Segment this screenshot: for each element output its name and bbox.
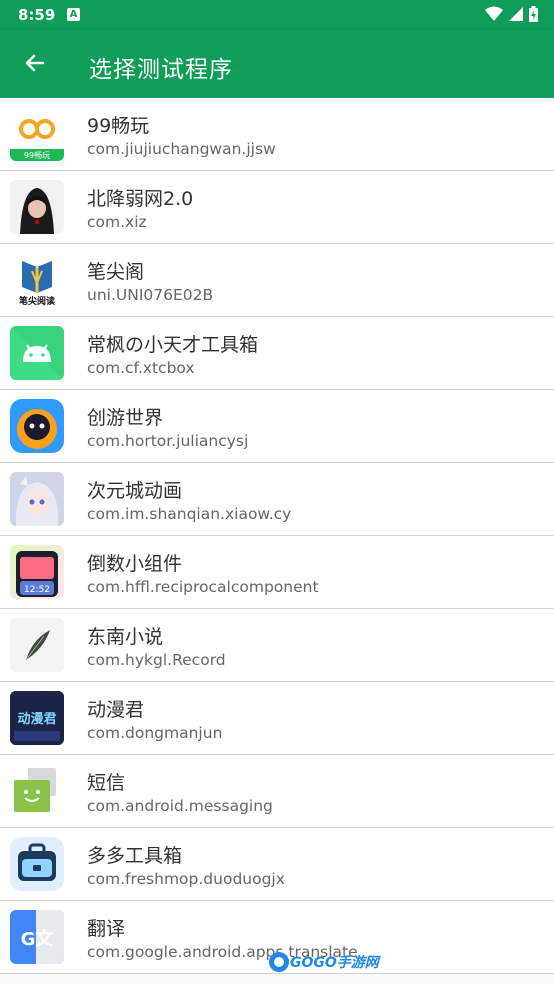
book-reader-icon: 笔尖阅读 [10, 253, 64, 307]
app-package: com.dongmanjun [87, 724, 223, 742]
messaging-icon [10, 764, 64, 818]
app-bar: 选择测试程序 [0, 30, 554, 98]
wifi-icon [485, 6, 503, 21]
watermark-text: GOGO手游网 [290, 955, 379, 971]
app-row[interactable]: 北降弱网2.0 com.xiz [0, 171, 554, 244]
app-name: 多多工具箱 [87, 845, 183, 867]
anime-girl-icon [10, 472, 64, 526]
app-row[interactable]: 多多工具箱 com.freshmop.duoduogjx [0, 828, 554, 901]
toolbox-icon [10, 837, 64, 891]
99-changwan-icon: 99畅玩 [10, 107, 64, 161]
app-name: 北降弱网2.0 [87, 188, 194, 210]
app-name: 常枫の小天才工具箱 [87, 334, 259, 356]
phone-widget-icon: 12:52 [10, 545, 64, 599]
svg-text:动漫君: 动漫君 [17, 711, 56, 727]
game-character-icon [10, 399, 64, 453]
hooded-avatar-icon [10, 180, 64, 234]
app-name: 99畅玩 [87, 115, 150, 137]
app-package: com.xiz [87, 213, 147, 231]
app-package: com.im.shanqian.xiaow.cy [87, 505, 292, 523]
app-name: 次元城动画 [87, 480, 183, 502]
notification-a-icon: A [67, 8, 80, 21]
google-translate-icon: G文 [10, 910, 64, 964]
svg-text:G文: G文 [21, 928, 55, 950]
app-name: 创游世界 [87, 407, 164, 429]
app-package: uni.UNI076E02B [87, 286, 214, 304]
svg-text:12:52: 12:52 [24, 585, 50, 595]
app-row[interactable]: 常枫の小天才工具箱 com.cf.xtcbox [0, 317, 554, 390]
app-package: com.hykgl.Record [87, 651, 226, 669]
app-row[interactable]: 东南小说 com.hykgl.Record [0, 609, 554, 682]
app-package: com.jiujiuchangwan.jjsw [87, 140, 276, 158]
app-package: com.hffl.reciprocalcomponent [87, 578, 319, 596]
app-package: com.hortor.juliancysj [87, 432, 249, 450]
feather-icon [10, 618, 64, 672]
status-time: 8:59 [18, 6, 56, 24]
status-bar: 8:59 A [0, 0, 554, 30]
app-name: 短信 [87, 772, 126, 794]
android-robot-icon [10, 326, 64, 380]
app-name: 倒数小组件 [87, 553, 183, 575]
app-name: 笔尖阁 [87, 261, 145, 283]
app-row[interactable]: 12:52 倒数小组件 com.hffl.reciprocalcomponent [0, 536, 554, 609]
app-name: 动漫君 [87, 699, 145, 721]
page-title: 选择测试程序 [89, 57, 233, 83]
app-list: 99畅玩 99畅玩 com.jiujiuchangwan.jjsw 北降弱网2.… [0, 98, 554, 974]
app-row[interactable]: 短信 com.android.messaging [0, 755, 554, 828]
svg-text:99畅玩: 99畅玩 [24, 150, 50, 160]
app-row[interactable]: 99畅玩 99畅玩 com.jiujiuchangwan.jjsw [0, 98, 554, 171]
back-arrow-icon[interactable] [20, 48, 50, 78]
app-row[interactable]: 动漫君 动漫君 com.dongmanjun [0, 682, 554, 755]
battery-icon [529, 6, 538, 22]
app-row[interactable]: 创游世界 com.hortor.juliancysj [0, 390, 554, 463]
app-row[interactable]: 笔尖阅读 笔尖阁 uni.UNI076E02B [0, 244, 554, 317]
app-name: 翻译 [87, 918, 126, 940]
app-row[interactable]: 次元城动画 com.im.shanqian.xiaow.cy [0, 463, 554, 536]
app-name: 东南小说 [87, 626, 164, 648]
app-package: com.android.messaging [87, 797, 273, 815]
app-package: com.freshmop.duoduogjx [87, 870, 285, 888]
dongmanjun-icon: 动漫君 [10, 691, 64, 745]
signal-icon [509, 7, 523, 21]
svg-text:笔尖阅读: 笔尖阅读 [19, 295, 55, 307]
app-package: com.cf.xtcbox [87, 359, 195, 377]
